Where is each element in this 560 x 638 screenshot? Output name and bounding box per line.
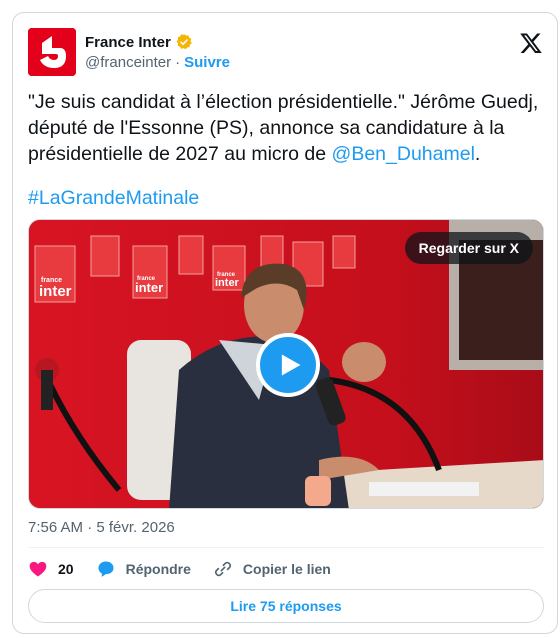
tweet-text-punct: . bbox=[474, 143, 481, 165]
like-button[interactable]: 20 bbox=[28, 559, 74, 579]
x-logo-icon[interactable] bbox=[519, 31, 543, 55]
hashtag-link[interactable]: #LaGrandeMatinale bbox=[28, 185, 199, 211]
copy-link-button[interactable]: Copier le lien bbox=[213, 559, 331, 579]
reply-bubble-icon bbox=[98, 561, 114, 577]
svg-text:inter: inter bbox=[135, 280, 163, 295]
account-name[interactable]: France Inter bbox=[85, 34, 171, 51]
reply-button[interactable]: Répondre bbox=[96, 559, 191, 579]
svg-text:inter: inter bbox=[39, 283, 72, 300]
verified-badge-icon bbox=[176, 34, 192, 50]
copy-link-label: Copier le lien bbox=[242, 561, 331, 577]
tweet-text-line: "Je suis candidat à l’élection président… bbox=[28, 91, 539, 113]
tweet-text-line: présidentielle de 2027 au micro de bbox=[28, 143, 332, 165]
heart-icon bbox=[29, 561, 47, 577]
france-inter-logo-icon bbox=[28, 28, 76, 76]
svg-text:inter: inter bbox=[215, 277, 240, 289]
read-replies-button[interactable]: Lire 75 réponses bbox=[28, 589, 544, 623]
watch-on-x-button[interactable]: Regarder sur X bbox=[404, 232, 533, 264]
tweet-timestamp[interactable]: 7:56 AM · 5 févr. 2026 bbox=[28, 519, 175, 536]
separator-dot: · bbox=[175, 54, 181, 71]
follow-button[interactable]: Suivre bbox=[184, 54, 230, 71]
tweet-card: France Inter @franceinter · Suivre "Je sui… bbox=[12, 12, 558, 634]
france-inter-avatar[interactable] bbox=[28, 28, 76, 76]
mention-link[interactable]: @Ben_Duhamel bbox=[332, 143, 475, 165]
account-handle[interactable]: @franceinter bbox=[85, 54, 171, 71]
divider bbox=[28, 547, 544, 548]
tweet-text: "Je suis candidat à l’élection président… bbox=[28, 89, 548, 167]
play-button[interactable] bbox=[256, 333, 320, 397]
like-count: 20 bbox=[58, 561, 74, 577]
link-icon bbox=[214, 561, 232, 577]
tweet-text-line: député de l'Essonne (PS), annonce sa can… bbox=[28, 117, 505, 139]
video-player[interactable]: france inter france inter france inter R… bbox=[28, 219, 544, 509]
reply-label: Répondre bbox=[125, 561, 191, 577]
play-icon bbox=[281, 354, 301, 376]
tweet-actions: 20 Répondre Copier le lien bbox=[28, 557, 353, 581]
